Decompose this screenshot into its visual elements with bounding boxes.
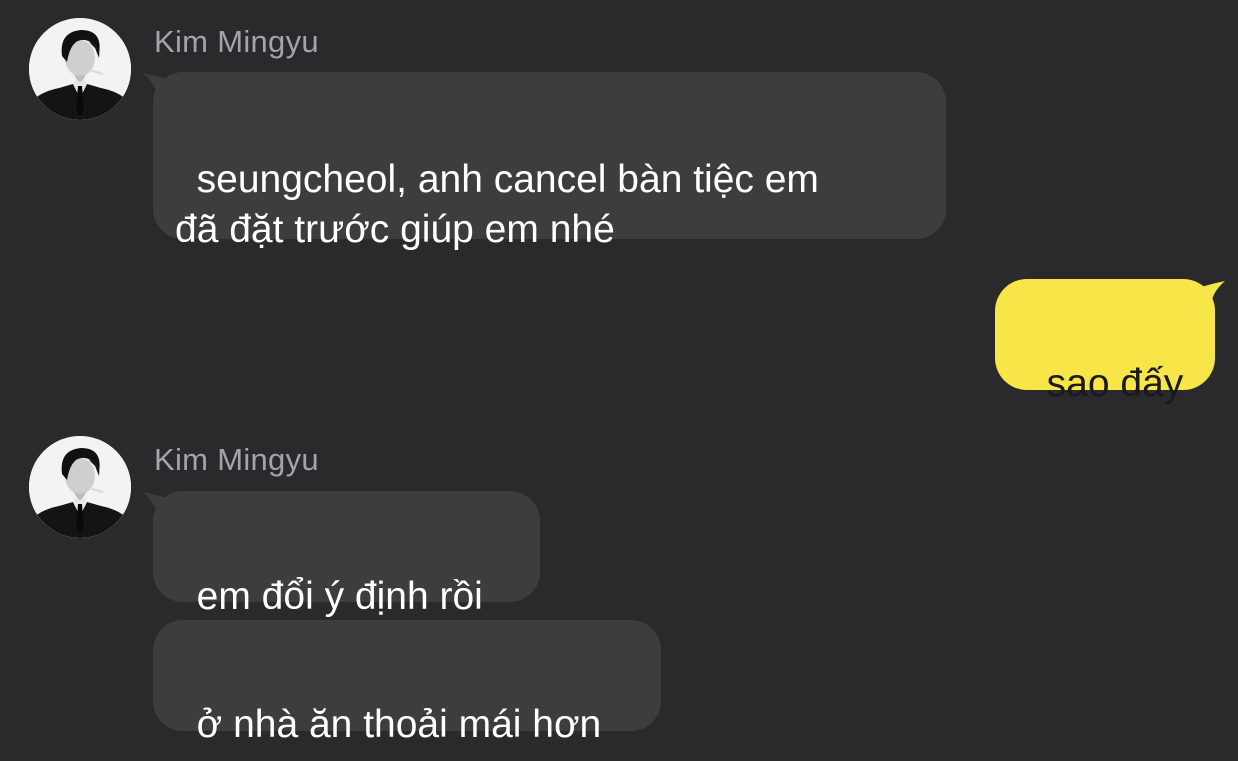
profile-photo-avatar-icon [29, 18, 131, 120]
message-bubble-incoming[interactable]: ở nhà ăn thoải mái hơn [153, 620, 661, 746]
profile-photo-avatar-icon [29, 436, 131, 538]
message-text: sao đấy [1046, 362, 1184, 405]
message-bubble-incoming[interactable]: em đổi ý định rồi [153, 491, 540, 618]
sender-avatar[interactable] [29, 18, 131, 120]
message-bubble-outgoing[interactable]: sao đấy [995, 279, 1215, 405]
sender-name: Kim Mingyu [154, 442, 319, 477]
message-bubble-incoming[interactable]: seungcheol, anh cancel bàn tiệc em đã đặ… [153, 72, 946, 251]
sender-avatar[interactable] [29, 436, 131, 538]
sender-name: Kim Mingyu [154, 24, 319, 59]
message-text: ở nhà ăn thoải mái hơn [196, 703, 602, 746]
message-text: em đổi ý định rồi [196, 575, 483, 618]
message-text: seungcheol, anh cancel bàn tiệc em đã đặ… [175, 158, 819, 251]
